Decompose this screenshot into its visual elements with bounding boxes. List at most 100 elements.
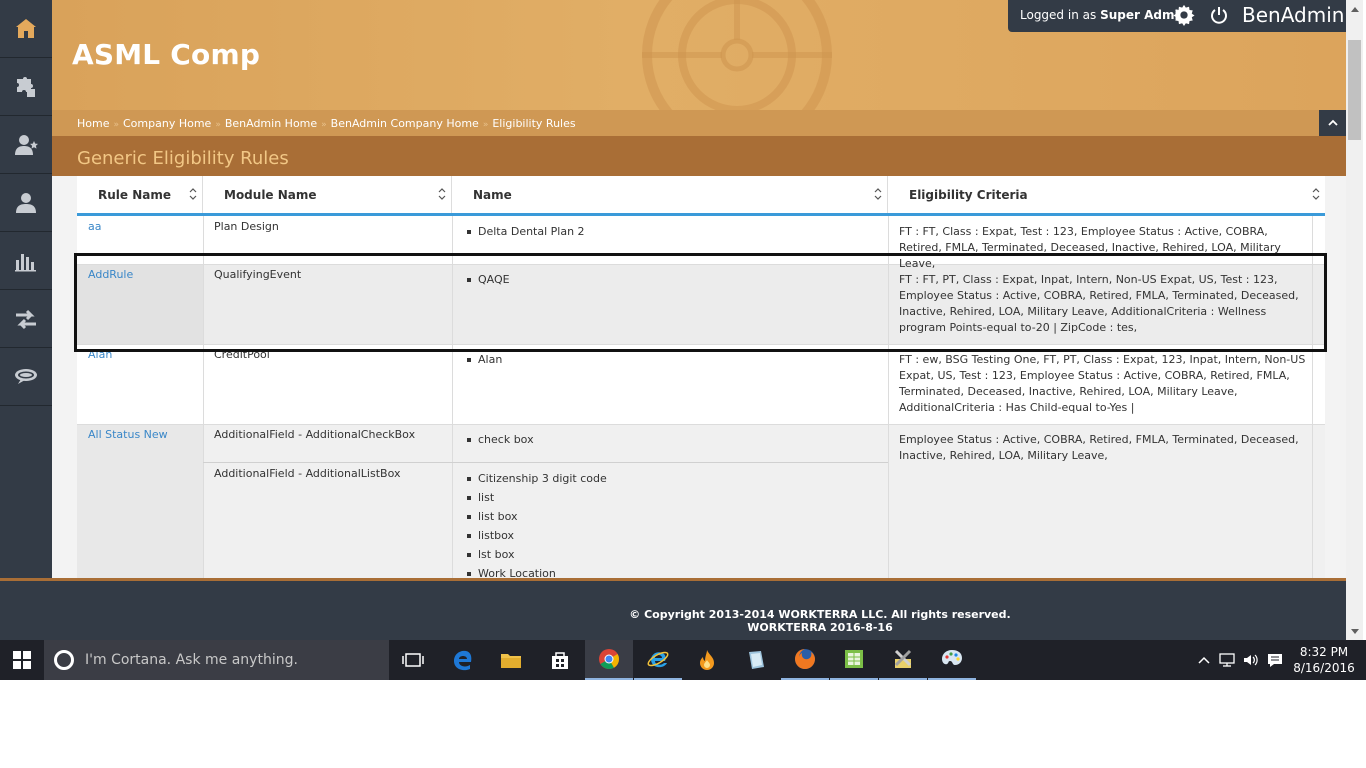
task-view-icon	[402, 653, 424, 667]
taskbar-paint[interactable]	[928, 640, 976, 680]
taskbar-app-notebook[interactable]	[732, 640, 780, 680]
paint-palette-icon	[942, 650, 962, 665]
chevron-up-icon	[1198, 656, 1210, 664]
firefox-icon	[795, 649, 815, 669]
start-button[interactable]	[0, 640, 44, 680]
flame-icon	[700, 650, 714, 670]
column-header-name[interactable]: Name	[452, 176, 888, 213]
main-content: Rule Name Module Name Name Eligibility C…	[52, 176, 1346, 578]
taskbar-tools[interactable]	[879, 640, 927, 680]
sidebar-transfer[interactable]	[0, 290, 52, 348]
breadcrumb-separator: »	[321, 120, 327, 130]
company-title: ASML Comp	[72, 38, 261, 71]
rule-name-link[interactable]: All Status New	[88, 427, 168, 443]
row-divider	[203, 462, 452, 463]
list-item: check box	[466, 432, 876, 448]
name-list: Alan	[466, 352, 876, 371]
sidebar-admin-user[interactable]	[0, 116, 52, 174]
cortana-search-box[interactable]: I'm Cortana. Ask me anything.	[44, 640, 389, 680]
taskbar-store[interactable]	[536, 640, 584, 680]
user-icon	[16, 192, 36, 213]
breadcrumb-separator: »	[215, 120, 221, 130]
scroll-down-button[interactable]	[1346, 623, 1363, 640]
sidebar-modules[interactable]	[0, 58, 52, 116]
rule-name-link[interactable]: Alan	[88, 347, 112, 363]
breadcrumb-bar: Home » Company Home » BenAdmin Home » BenAdmin…	[52, 110, 1346, 136]
cortana-icon	[54, 650, 74, 670]
scroll-up-button[interactable]	[1346, 0, 1363, 17]
browser-viewport: ASML Comp Logged in as Super Admin BenAd…	[0, 0, 1366, 680]
version-text: WORKTERRA 2016-8-16	[747, 621, 893, 634]
action-center-button[interactable]	[1265, 650, 1285, 670]
power-icon[interactable]	[1209, 5, 1229, 25]
edge-icon	[454, 650, 472, 671]
taskbar-spreadsheet[interactable]	[830, 640, 878, 680]
copyright-block: © Copyright 2013-2014 WORKTERRA LLC. All…	[0, 608, 1366, 634]
eligibility-criteria: FT : FT, PT, Class : Expat, Inpat, Inter…	[899, 273, 1299, 334]
folder-icon	[501, 654, 521, 668]
list-item: list box	[466, 509, 876, 525]
sidebar-user[interactable]	[0, 174, 52, 232]
column-header-module-name[interactable]: Module Name	[203, 176, 452, 213]
breadcrumb-company-home[interactable]: Company Home	[123, 117, 211, 130]
column-header-eligibility-criteria[interactable]: Eligibility Criteria	[888, 176, 1325, 213]
column-divider	[452, 216, 453, 578]
sort-icon	[438, 188, 446, 200]
login-status: Logged in as Super Admin	[1020, 8, 1187, 22]
module-name: AdditionalField - AdditionalCheckBox	[214, 428, 416, 441]
column-header-label: Module Name	[224, 188, 317, 202]
store-bag-icon	[552, 652, 568, 669]
breadcrumb-eligibility-rules[interactable]: Eligibility Rules	[492, 117, 575, 130]
name-list: check box	[466, 432, 876, 451]
vertical-scrollbar[interactable]	[1346, 0, 1363, 640]
taskbar-edge[interactable]	[439, 640, 487, 680]
name-list: Delta Dental Plan 2	[466, 224, 876, 243]
gear-icon[interactable]	[1173, 4, 1195, 26]
column-divider	[1312, 216, 1313, 578]
sort-icon	[874, 188, 882, 200]
column-header-label: Eligibility Criteria	[909, 188, 1028, 202]
section-title: Generic Eligibility Rules	[77, 148, 289, 169]
list-item: Work Location	[466, 566, 876, 578]
chevron-up-icon	[1350, 6, 1359, 12]
eligibility-criteria: FT : ew, BSG Testing One, FT, PT, Class …	[899, 353, 1306, 414]
copyright-text: © Copyright 2013-2014 WORKTERRA LLC. All…	[629, 608, 1011, 621]
breadcrumb-home[interactable]: Home	[77, 117, 109, 130]
list-item: lst box	[466, 547, 876, 563]
notification-icon	[1268, 654, 1282, 667]
breadcrumb: Home » Company Home » BenAdmin Home » BenAdmin…	[77, 117, 576, 130]
tools-icon	[894, 649, 912, 668]
list-item: listbox	[466, 528, 876, 544]
rule-name-link[interactable]: AddRule	[88, 267, 133, 283]
taskbar-chrome[interactable]	[585, 640, 633, 680]
taskbar-firefox[interactable]	[781, 640, 829, 680]
sidebar-reports[interactable]	[0, 232, 52, 290]
name-list: QAQE	[466, 272, 876, 291]
scroll-thumb[interactable]	[1348, 40, 1361, 140]
taskbar-file-explorer[interactable]	[487, 640, 535, 680]
user-bar: Logged in as Super Admin BenAdmin	[1008, 0, 1346, 32]
column-divider	[203, 216, 204, 578]
taskbar-internet-explorer[interactable]	[634, 640, 682, 680]
collapse-header-button[interactable]	[1319, 110, 1346, 136]
breadcrumb-separator: »	[113, 120, 119, 130]
login-prefix: Logged in as	[1020, 8, 1097, 22]
rule-name-link[interactable]: aa	[88, 219, 101, 235]
bar-chart-icon	[15, 253, 36, 271]
show-hidden-icons-button[interactable]	[1194, 650, 1214, 670]
sort-icon	[189, 188, 197, 200]
sidebar-messages[interactable]	[0, 348, 52, 406]
breadcrumb-benadmin-company-home[interactable]: BenAdmin Company Home	[331, 117, 479, 130]
breadcrumb-benadmin-home[interactable]: BenAdmin Home	[225, 117, 317, 130]
sidebar-home[interactable]	[0, 0, 52, 58]
brand-name: BenAdmin	[1242, 3, 1345, 27]
taskbar-app-flame[interactable]	[683, 640, 731, 680]
column-header-rule-name[interactable]: Rule Name	[77, 176, 203, 213]
clock-time: 8:32 PM	[1299, 645, 1349, 659]
module-name: CreditPool	[214, 348, 270, 361]
list-item: Citizenship 3 digit code	[466, 471, 876, 487]
network-tray-button[interactable]	[1217, 650, 1237, 670]
volume-tray-button[interactable]	[1241, 650, 1261, 670]
taskbar-clock[interactable]: 8:32 PM 8/16/2016	[1290, 644, 1358, 676]
task-view-button[interactable]	[389, 640, 437, 680]
